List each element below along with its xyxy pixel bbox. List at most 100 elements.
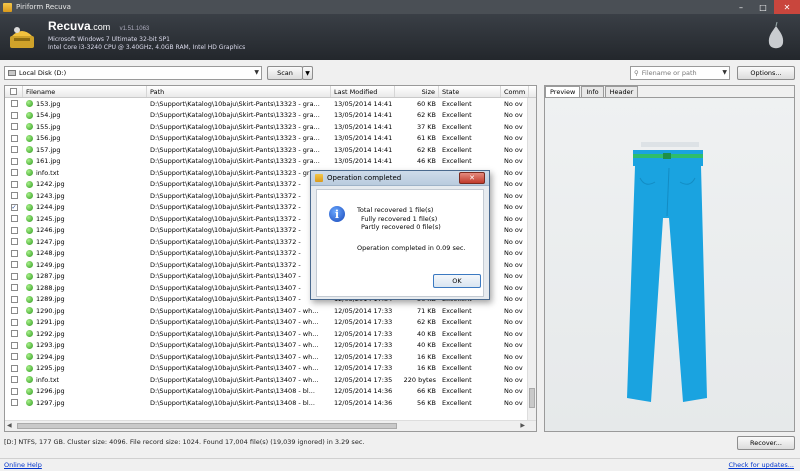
- row-checkbox[interactable]: [5, 271, 23, 283]
- file-comment: No ov: [504, 398, 523, 407]
- ok-button[interactable]: OK: [433, 274, 481, 288]
- table-row[interactable]: 157.jpg D:\Support\Katalog\10baju\Skirt-P…: [5, 144, 536, 156]
- window-titlebar: Piriform Recuva – □ ✕: [0, 0, 800, 14]
- scroll-thumb[interactable]: [17, 423, 397, 429]
- scroll-thumb[interactable]: [529, 388, 535, 408]
- file-comment: No ov: [504, 260, 523, 269]
- table-row[interactable]: 1296.jpg D:\Support\Katalog\10baju\Skirt-…: [5, 386, 536, 398]
- file-comment: No ov: [504, 111, 523, 120]
- table-row[interactable]: 154.jpg D:\Support\Katalog\10baju\Skirt-P…: [5, 110, 536, 122]
- row-checkbox[interactable]: [5, 167, 23, 179]
- row-checkbox[interactable]: [5, 213, 23, 225]
- row-checkbox[interactable]: [5, 225, 23, 237]
- state-excellent-icon: [26, 353, 33, 361]
- row-checkbox[interactable]: [5, 317, 23, 329]
- table-row[interactable]: 1290.jpg D:\Support\Katalog\10baju\Skirt-…: [5, 305, 536, 317]
- row-checkbox[interactable]: [5, 328, 23, 340]
- column-filename[interactable]: Filename: [23, 86, 147, 97]
- row-checkbox[interactable]: [5, 259, 23, 271]
- file-comment: No ov: [504, 122, 523, 131]
- tab-header[interactable]: Header: [604, 86, 639, 97]
- drive-select[interactable]: Local Disk (D:) ▼: [4, 66, 262, 80]
- table-row[interactable]: 1291.jpg D:\Support\Katalog\10baju\Skirt-…: [5, 317, 536, 329]
- column-comment[interactable]: Comm: [501, 86, 529, 97]
- tab-preview[interactable]: Preview: [545, 86, 581, 97]
- check-updates-link[interactable]: Check for updates...: [728, 461, 794, 469]
- row-checkbox[interactable]: [5, 305, 23, 317]
- row-checkbox[interactable]: [5, 374, 23, 386]
- file-name: 1243.jpg: [36, 191, 65, 200]
- select-all-checkbox[interactable]: [5, 86, 23, 97]
- column-size[interactable]: Size: [395, 86, 439, 97]
- row-checkbox[interactable]: [5, 156, 23, 168]
- row-checkbox[interactable]: [5, 351, 23, 363]
- row-checkbox[interactable]: [5, 144, 23, 156]
- row-checkbox[interactable]: [5, 282, 23, 294]
- file-state: Excellent: [442, 157, 472, 166]
- table-row[interactable]: 161.jpg D:\Support\Katalog\10baju\Skirt-P…: [5, 156, 536, 168]
- row-checkbox[interactable]: [5, 386, 23, 398]
- table-row[interactable]: 1294.jpg D:\Support\Katalog\10baju\Skirt-…: [5, 351, 536, 363]
- table-row[interactable]: 155.jpg D:\Support\Katalog\10baju\Skirt-P…: [5, 121, 536, 133]
- state-excellent-icon: [26, 249, 33, 257]
- column-state[interactable]: State: [439, 86, 501, 97]
- file-name: 1248.jpg: [36, 249, 65, 258]
- scan-dropdown-button[interactable]: ▼: [302, 66, 313, 80]
- maximize-icon[interactable]: □: [752, 0, 774, 14]
- scroll-left-icon[interactable]: ◀: [7, 422, 12, 429]
- file-name: 1242.jpg: [36, 180, 65, 189]
- table-row[interactable]: 1292.jpg D:\Support\Katalog\10baju\Skirt-…: [5, 328, 536, 340]
- row-checkbox[interactable]: [5, 133, 23, 145]
- chevron-down-icon: ▼: [254, 69, 259, 76]
- file-size: 16 KB: [416, 352, 436, 361]
- column-last-modified[interactable]: Last Modified: [331, 86, 395, 97]
- row-checkbox[interactable]: [5, 121, 23, 133]
- row-checkbox[interactable]: [5, 363, 23, 375]
- table-row[interactable]: 153.jpg D:\Support\Katalog\10baju\Skirt-P…: [5, 98, 536, 110]
- tab-info[interactable]: Info: [581, 86, 604, 97]
- column-path[interactable]: Path: [147, 86, 331, 97]
- close-icon[interactable]: ✕: [774, 0, 800, 14]
- minimize-icon[interactable]: –: [730, 0, 752, 14]
- row-checkbox[interactable]: [5, 236, 23, 248]
- row-checkbox[interactable]: [5, 179, 23, 191]
- file-modified: 12/05/2014 17:33: [334, 364, 393, 373]
- file-path: D:\Support\Katalog\10baju\Skirt-Pants\13…: [150, 318, 319, 327]
- dialog-close-button[interactable]: ✕: [459, 172, 485, 184]
- scroll-right-icon[interactable]: ▶: [520, 422, 525, 429]
- table-row[interactable]: 1293.jpg D:\Support\Katalog\10baju\Skirt-…: [5, 340, 536, 352]
- table-row[interactable]: 1295.jpg D:\Support\Katalog\10baju\Skirt-…: [5, 363, 536, 375]
- horizontal-scrollbar[interactable]: ◀ ▶: [5, 420, 536, 431]
- row-checkbox[interactable]: [5, 340, 23, 352]
- recover-button[interactable]: Recover...: [737, 436, 795, 450]
- app-header: Recuva.com v1.51.1063 Microsoft Windows …: [0, 14, 800, 60]
- row-checkbox[interactable]: ✓: [5, 202, 23, 214]
- scan-button[interactable]: Scan: [267, 66, 303, 80]
- row-checkbox[interactable]: [5, 190, 23, 202]
- table-row[interactable]: 156.jpg D:\Support\Katalog\10baju\Skirt-P…: [5, 133, 536, 145]
- online-help-link[interactable]: Online Help: [4, 461, 42, 469]
- brand: Recuva.com v1.51.1063: [48, 19, 149, 33]
- state-excellent-icon: [26, 123, 33, 131]
- file-size: 40 KB: [416, 341, 436, 350]
- vertical-scrollbar[interactable]: [527, 98, 536, 420]
- file-comment: No ov: [504, 99, 523, 108]
- row-checkbox[interactable]: [5, 98, 23, 110]
- file-path: D:\Support\Katalog\10baju\Skirt-Pants\13…: [150, 157, 320, 166]
- filename-filter-input[interactable]: ⚲ Filename or path ▼: [630, 66, 730, 80]
- row-checkbox[interactable]: [5, 397, 23, 409]
- app-icon: [3, 2, 12, 12]
- table-row[interactable]: info.txt D:\Support\Katalog\10baju\Skirt-…: [5, 374, 536, 386]
- row-checkbox[interactable]: [5, 294, 23, 306]
- row-checkbox[interactable]: [5, 248, 23, 260]
- row-checkbox[interactable]: [5, 110, 23, 122]
- state-excellent-icon: [26, 215, 33, 223]
- file-state: Excellent: [442, 329, 472, 338]
- table-row[interactable]: 1297.jpg D:\Support\Katalog\10baju\Skirt-…: [5, 397, 536, 409]
- options-button[interactable]: Options...: [737, 66, 795, 80]
- state-excellent-icon: [26, 284, 33, 292]
- file-name: 1293.jpg: [36, 341, 65, 350]
- file-name: 1291.jpg: [36, 318, 65, 327]
- file-comment: No ov: [504, 375, 523, 384]
- version-label: v1.51.1063: [119, 26, 150, 32]
